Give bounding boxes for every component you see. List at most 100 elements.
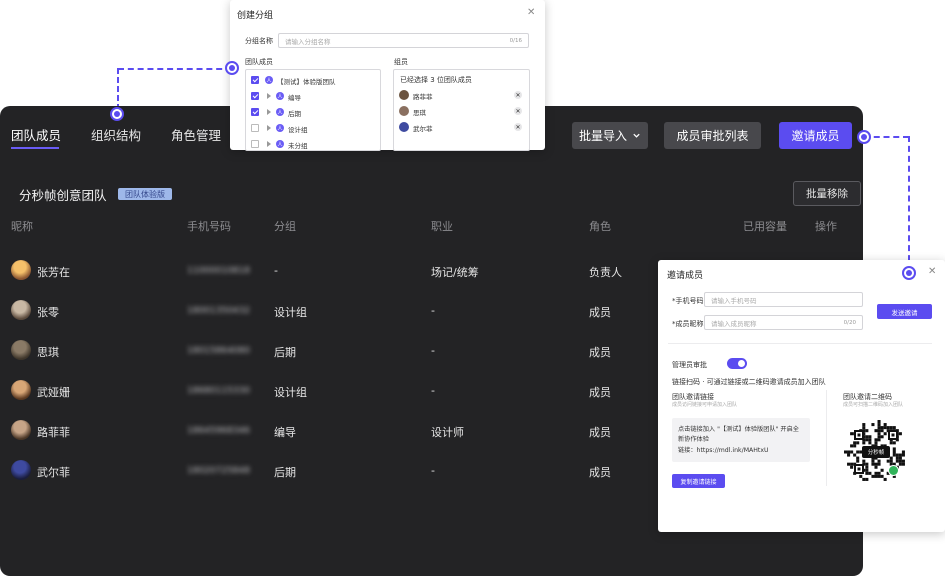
admin-approval-toggle[interactable] bbox=[727, 358, 747, 369]
member-phone: 11000010818 bbox=[187, 266, 250, 276]
expand-arrow-icon[interactable] bbox=[267, 125, 271, 131]
avatar bbox=[11, 260, 31, 280]
approval-list-button[interactable]: 成员审批列表 bbox=[664, 122, 761, 149]
group-icon: 人 bbox=[276, 108, 284, 116]
tree-item-label: 设计组 bbox=[288, 126, 308, 134]
selected-member-item: 武尔菲 ✕ bbox=[394, 122, 529, 136]
qr-code: 分秒帧 bbox=[844, 420, 908, 484]
tab-org-structure[interactable]: 组织结构 bbox=[91, 125, 141, 144]
avatar bbox=[11, 300, 31, 320]
column-header-storage: 已用容量 bbox=[743, 220, 787, 233]
copy-invite-link-button[interactable]: 复制邀请链接 bbox=[672, 474, 725, 488]
checkbox[interactable] bbox=[251, 92, 259, 100]
tab-team-members[interactable]: 团队成员 bbox=[11, 125, 61, 144]
selected-members-box: 已经选择 3 位团队成员 路菲菲 ✕ 思琪 ✕ 武尔菲 ✕ bbox=[393, 69, 530, 151]
checkbox[interactable] bbox=[251, 124, 259, 132]
tree-group-item[interactable]: 人设计组 bbox=[246, 122, 380, 136]
member-role: 成员 bbox=[589, 466, 611, 479]
connector-dot-dialog bbox=[902, 266, 916, 280]
checkbox[interactable] bbox=[251, 108, 259, 116]
connector-dot-top bbox=[225, 61, 239, 75]
member-phone: 18001350432 bbox=[187, 306, 250, 316]
tree-group-item[interactable]: 人未分组 bbox=[246, 138, 380, 152]
group-icon: 人 bbox=[276, 124, 284, 132]
qr-code-subtitle: 成员可扫描二维码加入团队 bbox=[843, 402, 904, 408]
invite-close-icon[interactable]: ✕ bbox=[928, 266, 936, 277]
team-name: 分秒帧创意团队 bbox=[19, 188, 107, 203]
tab-role-management[interactable]: 角色管理 bbox=[171, 125, 221, 144]
member-job: 设计师 bbox=[431, 426, 464, 439]
member-name: 张芳在 bbox=[37, 266, 70, 279]
remove-member-icon[interactable]: ✕ bbox=[514, 107, 522, 115]
remove-member-icon[interactable]: ✕ bbox=[514, 91, 522, 99]
tree-group-item[interactable]: 人编导 bbox=[246, 90, 380, 104]
batch-import-label: 批量导入 bbox=[578, 129, 627, 143]
team-members-label: 团队成员 bbox=[245, 58, 273, 66]
invite-link-url[interactable]: 链接：https://mdl.ink/MAHtxU bbox=[678, 445, 769, 454]
phone-input[interactable]: 请输入手机号码 bbox=[704, 292, 863, 307]
group-name-label: 分组名称 bbox=[245, 37, 273, 45]
avatar bbox=[11, 340, 31, 360]
member-role: 成员 bbox=[589, 346, 611, 359]
group-icon: 人 bbox=[276, 140, 284, 148]
connector-dot-invite bbox=[857, 130, 871, 144]
member-name: 武尔菲 bbox=[37, 466, 70, 479]
connector-line-left-vertical bbox=[117, 68, 119, 110]
batch-remove-button[interactable]: 批量移除 bbox=[793, 181, 861, 206]
group-icon: 人 bbox=[276, 92, 284, 100]
selected-member-item: 路菲菲 ✕ bbox=[394, 90, 529, 104]
member-name: 武娅姗 bbox=[37, 386, 70, 399]
member-phone: 18015864080 bbox=[187, 346, 250, 356]
member-group: 设计组 bbox=[274, 306, 307, 319]
tree-item-label: 后期 bbox=[288, 110, 301, 118]
member-phone: 18680115330 bbox=[187, 386, 250, 396]
tree-root-item[interactable]: 人【测试】体验版团队 bbox=[246, 74, 380, 88]
phone-placeholder: 请输入手机号码 bbox=[711, 296, 757, 305]
expand-arrow-icon[interactable] bbox=[267, 141, 271, 147]
divider bbox=[668, 343, 932, 344]
wechat-icon bbox=[888, 465, 899, 476]
selected-member-name: 思琪 bbox=[413, 109, 426, 117]
chevron-down-icon bbox=[633, 133, 640, 138]
tree-item-label: 编导 bbox=[288, 94, 301, 102]
expand-arrow-icon[interactable] bbox=[267, 93, 271, 99]
vertical-divider bbox=[826, 390, 827, 486]
member-group: 后期 bbox=[274, 346, 296, 359]
toggle-knob bbox=[738, 360, 745, 367]
qr-logo: 分秒帧 bbox=[862, 446, 890, 458]
nickname-label: *成员昵称 bbox=[672, 320, 704, 328]
member-group: - bbox=[274, 264, 278, 277]
team-member-tree: 人【测试】体验版团队人编导人后期人设计组人未分组 bbox=[245, 69, 381, 151]
group-name-input[interactable]: 请输入分组名称 0/16 bbox=[278, 33, 529, 48]
nickname-input[interactable]: 请输入成员昵称 0/20 bbox=[704, 315, 863, 330]
invite-link-subtitle: 成员访问链接可申请加入团队 bbox=[672, 402, 738, 408]
member-job: - bbox=[431, 304, 435, 317]
member-phone: 18020725848 bbox=[187, 466, 250, 476]
member-role: 成员 bbox=[589, 386, 611, 399]
column-header-nickname: 昵称 bbox=[11, 220, 33, 233]
remove-member-icon[interactable]: ✕ bbox=[514, 123, 522, 131]
create-group-dialog: 创建分组 ✕ 分组名称 请输入分组名称 0/16 团队成员 人【测试】体验版团队… bbox=[230, 0, 545, 151]
invite-link-text: 点击链接加入 "【测试】体验版团队" 开启全新协作体验 bbox=[678, 426, 799, 443]
member-job: 场记/统筹 bbox=[431, 266, 479, 279]
invite-member-dialog: 邀请成员 *手机号码 请输入手机号码 *成员昵称 请输入成员昵称 0/20 发送… bbox=[658, 260, 945, 532]
create-group-title: 创建分组 bbox=[237, 11, 274, 21]
avatar bbox=[11, 380, 31, 400]
batch-import-button[interactable]: 批量导入 bbox=[572, 122, 648, 149]
selected-member-item: 思琪 ✕ bbox=[394, 106, 529, 120]
group-name-placeholder: 请输入分组名称 bbox=[285, 37, 331, 46]
close-icon[interactable]: ✕ bbox=[527, 7, 535, 18]
nickname-placeholder: 请输入成员昵称 bbox=[711, 319, 757, 328]
avatar bbox=[399, 90, 409, 100]
send-invite-button[interactable]: 发送邀请 bbox=[877, 304, 932, 319]
checkbox[interactable] bbox=[251, 140, 259, 148]
tree-group-item[interactable]: 人后期 bbox=[246, 106, 380, 120]
selected-member-name: 路菲菲 bbox=[413, 93, 433, 101]
column-header-job: 职业 bbox=[431, 220, 453, 233]
active-tab-underline bbox=[11, 147, 59, 149]
member-group: 设计组 bbox=[274, 386, 307, 399]
checkbox[interactable] bbox=[251, 76, 259, 84]
invite-member-button[interactable]: 邀请成员 bbox=[779, 122, 852, 149]
group-name-char-count: 0/16 bbox=[509, 37, 522, 44]
expand-arrow-icon[interactable] bbox=[267, 109, 271, 115]
